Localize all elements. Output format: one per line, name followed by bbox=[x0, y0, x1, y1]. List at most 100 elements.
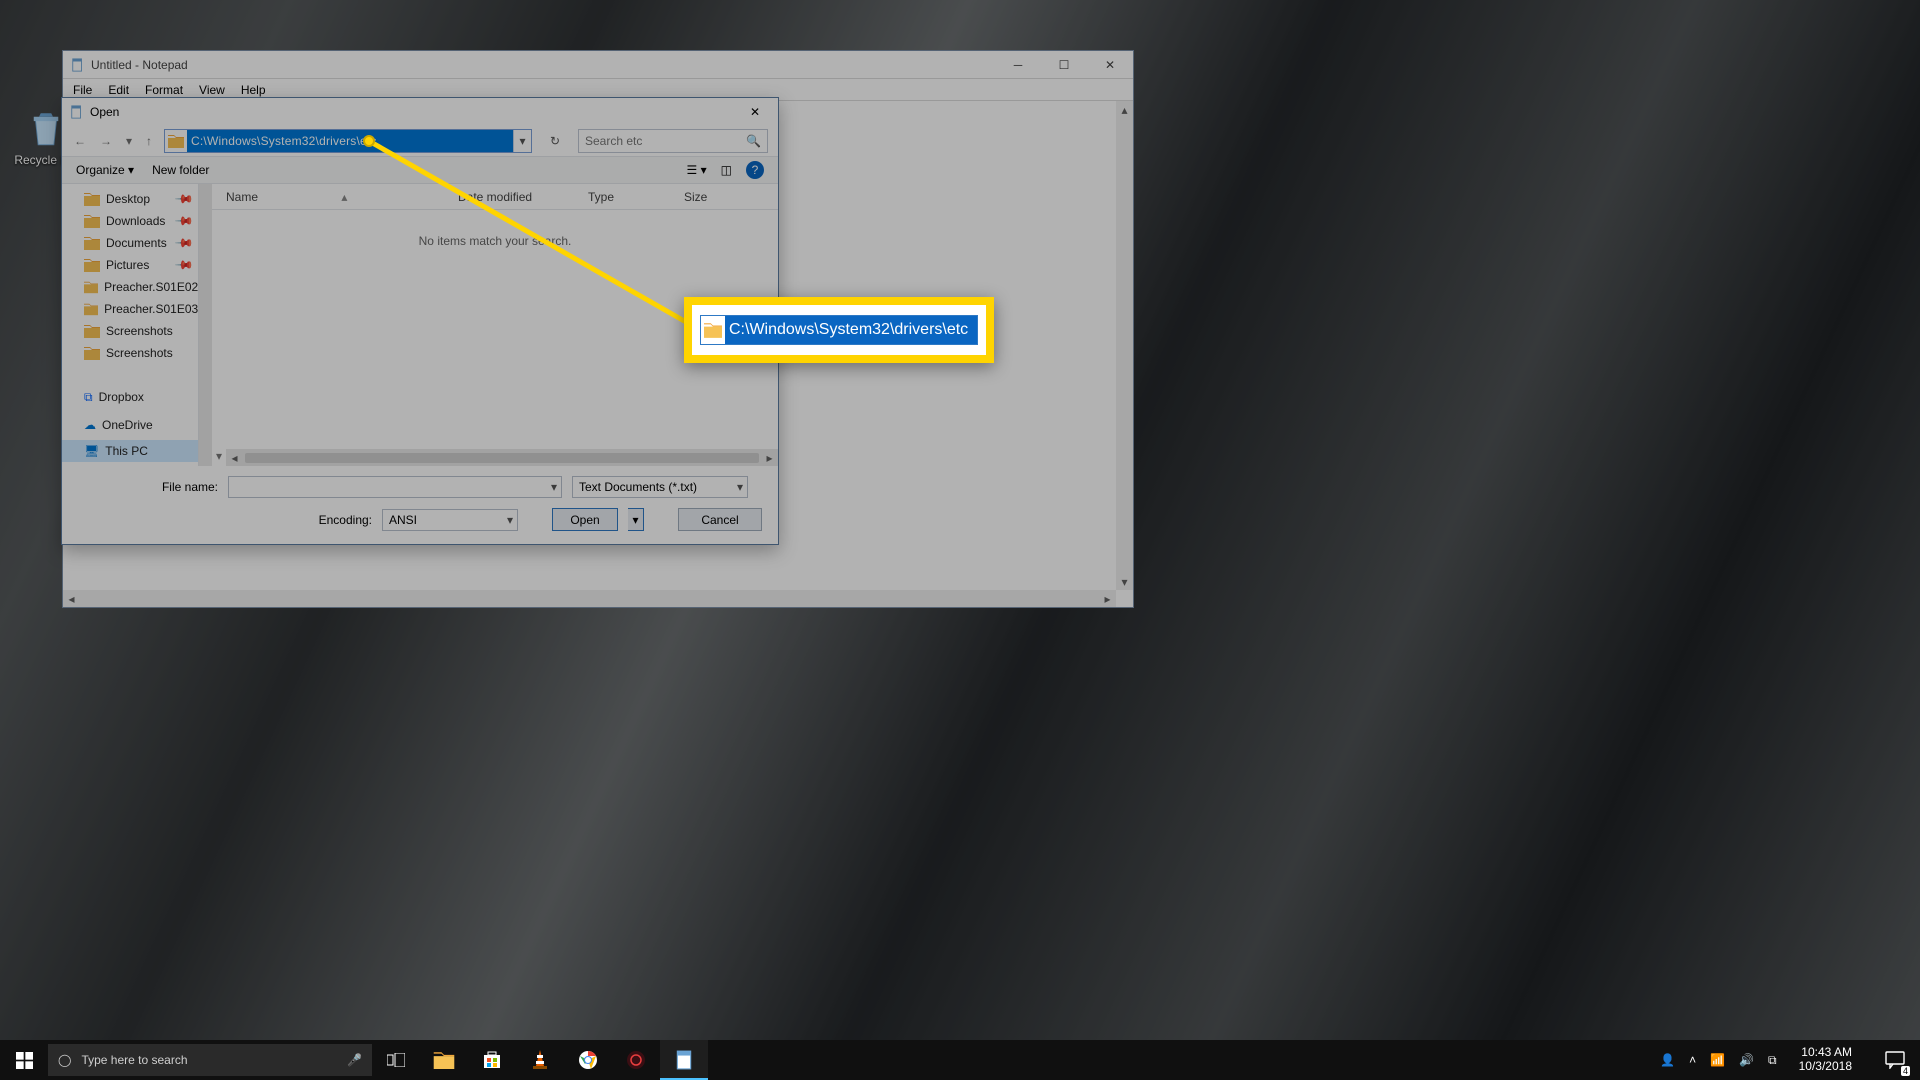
tree-scrollbar[interactable] bbox=[199, 184, 212, 466]
menu-file[interactable]: File bbox=[73, 83, 92, 97]
tree-item-label: Dropbox bbox=[99, 390, 144, 404]
tree-item[interactable]: ⧉Dropbox bbox=[62, 386, 198, 408]
action-center-button[interactable]: 4 bbox=[1874, 1040, 1916, 1080]
people-icon[interactable]: 👤 bbox=[1660, 1053, 1675, 1067]
dialog-footer: File name: ▾ Text Documents (*.txt)▾ Enc… bbox=[62, 466, 778, 555]
preview-pane-button[interactable]: ◫ bbox=[721, 163, 732, 177]
navigation-tree[interactable]: Desktop📌Downloads📌Documents📌Pictures📌Pre… bbox=[62, 184, 199, 466]
tree-item-label: This PC bbox=[105, 444, 148, 458]
annotation-callout: C:\Windows\System32\drivers\etc bbox=[684, 297, 994, 363]
nav-up-button[interactable]: ↑ bbox=[144, 134, 154, 148]
address-bar[interactable]: C:\Windows\System32\drivers\etc ▾ bbox=[164, 129, 532, 153]
taskbar-search[interactable]: ◯ Type here to search 🎤 bbox=[48, 1044, 372, 1076]
close-button[interactable]: ✕ bbox=[1087, 51, 1133, 79]
scroll-down-icon[interactable]: ▾ bbox=[1116, 573, 1133, 590]
tree-item-label: Downloads bbox=[106, 214, 165, 228]
file-explorer-icon[interactable] bbox=[420, 1040, 468, 1080]
vlc-icon[interactable] bbox=[516, 1040, 564, 1080]
encoding-select[interactable]: ANSI▾ bbox=[382, 509, 518, 531]
search-placeholder: Search etc bbox=[585, 134, 642, 148]
view-options-button[interactable]: ☰ ▾ bbox=[687, 163, 707, 177]
tree-item-label: Preacher.S01E03 bbox=[104, 302, 198, 316]
minimize-button[interactable]: ─ bbox=[995, 51, 1041, 79]
tree-item[interactable]: Screenshots bbox=[62, 342, 198, 364]
menu-format[interactable]: Format bbox=[145, 83, 183, 97]
dialog-titlebar[interactable]: Open ✕ bbox=[62, 98, 778, 126]
dropdown-icon[interactable]: ▾ bbox=[551, 480, 557, 494]
tree-item[interactable]: Pictures 📌 bbox=[62, 254, 198, 276]
scroll-left-icon[interactable]: ◂ bbox=[63, 590, 80, 607]
file-name-input[interactable]: ▾ bbox=[228, 476, 562, 498]
microsoft-store-icon[interactable] bbox=[468, 1040, 516, 1080]
menu-edit[interactable]: Edit bbox=[108, 83, 129, 97]
tree-item[interactable]: Downloads📌 bbox=[62, 210, 198, 232]
refresh-button[interactable]: ↻ bbox=[542, 129, 568, 153]
taskbar: ◯ Type here to search 🎤 bbox=[0, 1040, 1920, 1080]
open-file-dialog: Open ✕ ← → ▾ ↑ C:\Windows\System32\drive… bbox=[61, 97, 779, 545]
column-headers[interactable]: Name ▴ Date modified Type Size bbox=[212, 184, 778, 210]
microphone-icon[interactable]: 🎤 bbox=[347, 1053, 362, 1067]
tree-item[interactable]: 🖥This PC bbox=[62, 440, 198, 462]
scroll-up-icon[interactable]: ▴ bbox=[1116, 101, 1133, 118]
tree-item-label: OneDrive bbox=[102, 418, 153, 432]
tree-item-label: Preacher.S01E02 bbox=[104, 280, 198, 294]
maximize-button[interactable]: ☐ bbox=[1041, 51, 1087, 79]
tree-item[interactable]: ☁OneDrive bbox=[62, 414, 198, 436]
organize-button[interactable]: Organize ▾ bbox=[76, 163, 134, 177]
chrome-icon[interactable] bbox=[564, 1040, 612, 1080]
new-folder-button[interactable]: New folder bbox=[152, 163, 209, 177]
tree-item[interactable]: Screenshots bbox=[62, 320, 198, 342]
dropbox-tray-icon[interactable]: ⧉ bbox=[1768, 1053, 1777, 1068]
nav-recent-dropdown[interactable]: ▾ bbox=[124, 134, 134, 148]
dropdown-icon[interactable]: ▾ bbox=[507, 513, 513, 527]
open-button-dropdown[interactable]: ▾ bbox=[628, 508, 644, 531]
system-tray: 👤 ˄ 📶 🔊 ⧉ 10:43 AM10/3/2018 4 bbox=[1660, 1040, 1920, 1080]
horizontal-scrollbar[interactable]: ◂ ▸ bbox=[63, 590, 1116, 607]
annotation-anchor-icon bbox=[363, 135, 375, 147]
vertical-scrollbar[interactable]: ▴ ▾ bbox=[1116, 101, 1133, 590]
folder-icon bbox=[165, 130, 187, 152]
dialog-icon bbox=[70, 105, 84, 119]
dropdown-icon[interactable]: ▾ bbox=[737, 480, 743, 494]
address-dropdown-icon[interactable]: ▾ bbox=[513, 130, 531, 152]
start-button[interactable] bbox=[0, 1040, 48, 1080]
tree-item[interactable]: Preacher.S01E03 bbox=[62, 298, 198, 320]
dialog-close-button[interactable]: ✕ bbox=[732, 98, 778, 126]
help-button[interactable]: ? bbox=[746, 161, 764, 179]
tree-item-label: Pictures bbox=[106, 258, 149, 272]
open-button[interactable]: Open bbox=[552, 508, 618, 531]
notification-badge: 4 bbox=[1901, 1066, 1910, 1076]
empty-list-message: No items match your search. bbox=[419, 234, 572, 248]
cortana-icon: ◯ bbox=[58, 1053, 71, 1067]
dialog-toolbar: Organize ▾ New folder ☰ ▾ ◫ ? bbox=[62, 156, 778, 184]
menu-help[interactable]: Help bbox=[241, 83, 266, 97]
volume-icon[interactable]: 🔊 bbox=[1739, 1053, 1754, 1067]
scroll-right-icon[interactable]: ▸ bbox=[1099, 590, 1116, 607]
search-placeholder: Type here to search bbox=[81, 1053, 187, 1067]
notepad-title: Untitled - Notepad bbox=[91, 58, 188, 72]
list-horizontal-scrollbar[interactable]: ◂▸ bbox=[226, 449, 778, 466]
tray-overflow-icon[interactable]: ˄ bbox=[1689, 1053, 1696, 1067]
network-icon[interactable]: 📶 bbox=[1710, 1053, 1725, 1067]
dialog-nav-row: ← → ▾ ↑ C:\Windows\System32\drivers\etc … bbox=[62, 126, 778, 156]
pin-icon: 📌 bbox=[174, 255, 194, 275]
tree-item[interactable]: Documents📌 bbox=[62, 232, 198, 254]
app-icon[interactable] bbox=[612, 1040, 660, 1080]
nav-back-button[interactable]: ← bbox=[72, 134, 88, 148]
tree-item[interactable]: Desktop📌 bbox=[62, 188, 198, 210]
address-path[interactable]: C:\Windows\System32\drivers\etc bbox=[187, 130, 513, 152]
tree-item[interactable]: Preacher.S01E02 bbox=[62, 276, 198, 298]
menu-view[interactable]: View bbox=[199, 83, 225, 97]
file-type-select[interactable]: Text Documents (*.txt)▾ bbox=[572, 476, 748, 498]
search-field[interactable]: Search etc 🔍 bbox=[578, 129, 768, 153]
tree-expand-icon[interactable]: ▾ bbox=[212, 449, 226, 466]
cancel-button[interactable]: Cancel bbox=[678, 508, 762, 531]
task-view-button[interactable] bbox=[372, 1040, 420, 1080]
taskbar-clock[interactable]: 10:43 AM10/3/2018 bbox=[1791, 1046, 1860, 1074]
nav-forward-button[interactable]: → bbox=[98, 134, 114, 148]
sort-indicator-icon: ▴ bbox=[341, 190, 347, 204]
notepad-titlebar[interactable]: Untitled - Notepad ─ ☐ ✕ bbox=[63, 51, 1133, 79]
notepad-taskbar-icon[interactable] bbox=[660, 1040, 708, 1080]
dialog-title: Open bbox=[90, 105, 119, 119]
pin-icon: 📌 bbox=[174, 189, 194, 209]
